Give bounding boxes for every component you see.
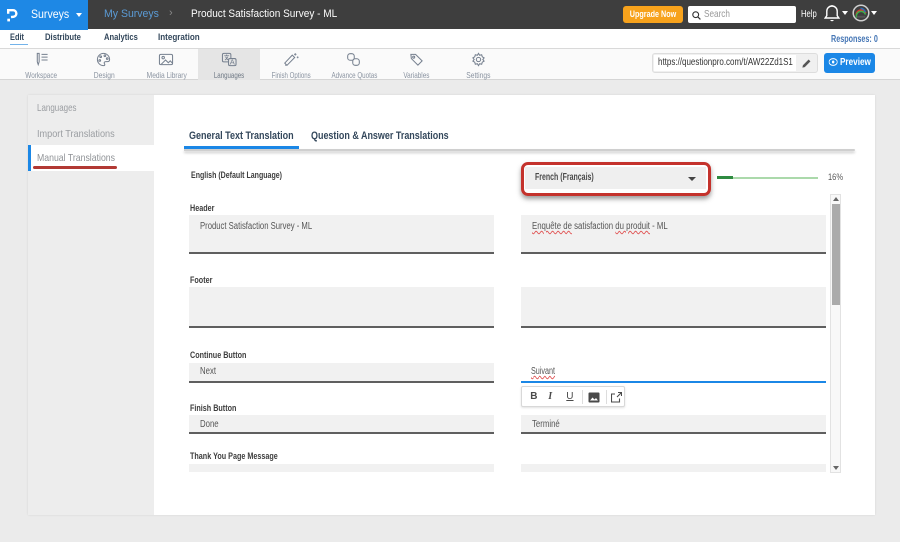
svg-text:A: A <box>230 58 235 67</box>
